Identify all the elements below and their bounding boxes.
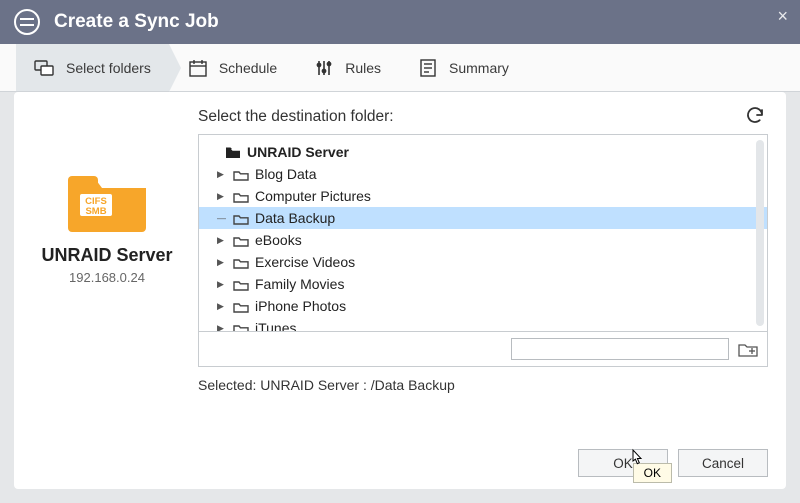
step-label: Rules <box>345 60 381 76</box>
expand-icon[interactable]: ▶ <box>217 235 227 246</box>
tooltip: OK <box>633 463 672 483</box>
tree-line: — <box>217 213 227 223</box>
tree-node[interactable]: — Data Backup <box>199 207 767 229</box>
folder-icon <box>233 322 249 332</box>
step-select-folders[interactable]: Select folders <box>16 44 169 91</box>
selected-path: Selected: UNRAID Server : /Data Backup <box>198 377 768 393</box>
tree-node[interactable]: ▶ Family Movies <box>199 273 767 295</box>
step-label: Select folders <box>66 60 151 76</box>
tree-node-label: Family Movies <box>255 276 344 292</box>
tree-node-label: Blog Data <box>255 166 316 182</box>
dialog-header: Create a Sync Job × <box>0 0 800 44</box>
close-icon[interactable]: × <box>777 6 788 27</box>
folder-icon <box>233 234 249 247</box>
tree-node-label: Exercise Videos <box>255 254 355 270</box>
expand-icon[interactable]: ▶ <box>217 323 227 332</box>
tree-node-label: UNRAID Server <box>247 144 349 160</box>
expand-icon[interactable]: ▶ <box>217 279 227 290</box>
tree-root[interactable]: UNRAID Server <box>199 141 767 163</box>
step-schedule[interactable]: Schedule <box>169 44 295 91</box>
server-info: CIFS SMB UNRAID Server 192.168.0.24 <box>32 108 182 475</box>
tree-node[interactable]: ▶ eBooks <box>199 229 767 251</box>
step-label: Schedule <box>219 60 277 76</box>
summary-icon <box>417 57 439 79</box>
selected-label: Selected: <box>198 377 256 393</box>
step-summary[interactable]: Summary <box>399 44 527 91</box>
step-label: Summary <box>449 60 509 76</box>
folder-icon <box>233 212 249 225</box>
folder-icon <box>233 278 249 291</box>
refresh-icon[interactable] <box>744 104 766 132</box>
tree-node-label: iTunes <box>255 320 297 331</box>
scrollbar[interactable] <box>756 140 764 326</box>
tree-node-label: eBooks <box>255 232 302 248</box>
tree-node[interactable]: ▶ Blog Data <box>199 163 767 185</box>
content-panel: CIFS SMB UNRAID Server 192.168.0.24 Sele… <box>14 92 786 489</box>
selected-value: UNRAID Server : /Data Backup <box>260 377 455 393</box>
tree-node-label: Data Backup <box>255 210 335 226</box>
folder-icon <box>233 300 249 313</box>
expand-icon[interactable]: ▶ <box>217 301 227 312</box>
tree-node[interactable]: ▶ iTunes <box>199 317 767 331</box>
step-rules[interactable]: Rules <box>295 44 399 91</box>
path-input[interactable] <box>511 338 729 360</box>
dialog-title: Create a Sync Job <box>54 11 219 33</box>
path-row <box>198 332 768 367</box>
tree-node-label: Computer Pictures <box>255 188 371 204</box>
dialog-buttons: OK Cancel OK <box>578 449 768 477</box>
folder-icon <box>233 168 249 181</box>
tree-node[interactable]: ▶ Computer Pictures <box>199 185 767 207</box>
wizard-stepper: Select folders Schedule Rules Summary <box>0 44 800 92</box>
prompt-label: Select the destination folder: <box>198 108 768 126</box>
calendar-icon <box>187 57 209 79</box>
tree-node[interactable]: ▶ Exercise Videos <box>199 251 767 273</box>
svg-text:SMB: SMB <box>85 206 106 217</box>
expand-icon[interactable]: ▶ <box>217 257 227 268</box>
expand-icon[interactable]: ▶ <box>217 191 227 202</box>
new-folder-icon[interactable] <box>737 339 759 359</box>
expand-icon[interactable]: ▶ <box>217 169 227 180</box>
tree-node-label: iPhone Photos <box>255 298 346 314</box>
folder-tree[interactable]: UNRAID Server ▶ Blog Data ▶ Computer Pictur… <box>198 134 768 332</box>
server-name: UNRAID Server <box>32 245 182 266</box>
server-ip: 192.168.0.24 <box>32 270 182 285</box>
folder-icon <box>233 256 249 269</box>
cancel-button[interactable]: Cancel <box>678 449 768 477</box>
tree-node[interactable]: ▶ iPhone Photos <box>199 295 767 317</box>
sliders-icon <box>313 57 335 79</box>
folder-icon <box>225 146 241 159</box>
cifs-folder-icon: CIFS SMB <box>32 164 182 239</box>
folders-icon <box>34 57 56 79</box>
sync-icon <box>14 9 40 35</box>
folder-icon <box>233 190 249 203</box>
